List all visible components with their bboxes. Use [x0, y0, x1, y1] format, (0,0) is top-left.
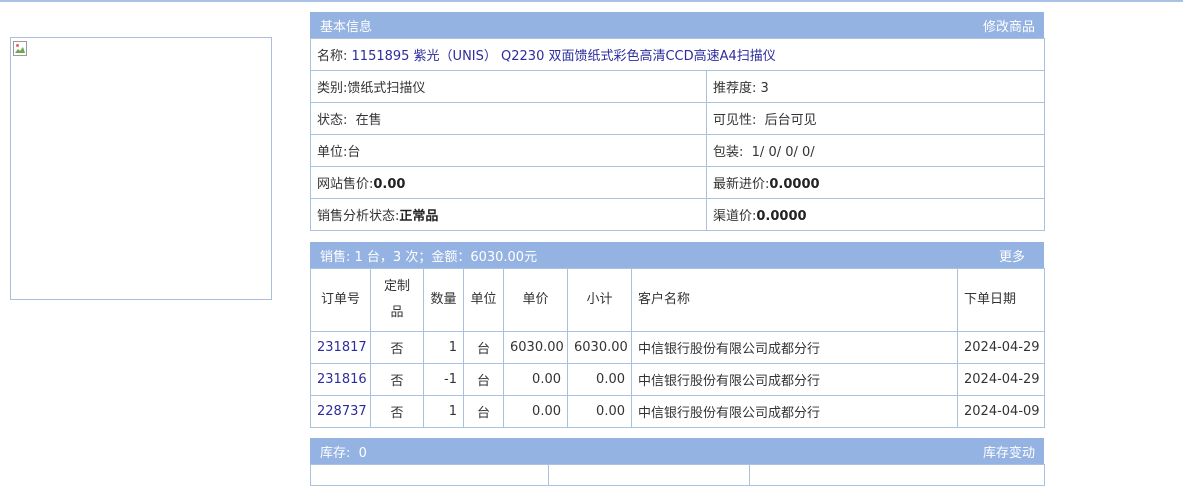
sales-more-link[interactable]: 更多	[999, 246, 1025, 265]
order-link[interactable]: 231817	[317, 340, 367, 355]
category-label: 类别:	[317, 81, 348, 96]
latest-cost-label: 最新进价:	[713, 177, 770, 192]
recommend-value: 3	[760, 81, 769, 96]
basic-info-title: 基本信息	[320, 19, 373, 35]
sales-header-row: 订单号 定制品 数量 单位 单价 小计 客户名称 下单日期	[310, 268, 1045, 332]
top-border-line	[0, 0, 1183, 2]
sales-summary: 销售: 1 台，3 次；金额：6030.00元	[320, 249, 538, 265]
unit-label: 单位:	[317, 145, 348, 160]
category-value: 馈纸式扫描仪	[347, 81, 426, 96]
basic-info-header: 基本信息 修改商品	[310, 12, 1044, 38]
stock-panel: 库存: 0 库存变动	[310, 438, 1045, 486]
col-unit: 单位	[463, 268, 504, 332]
price-cell: 0.00	[503, 363, 568, 396]
product-image-frame	[10, 37, 272, 300]
stock-table	[310, 464, 1045, 486]
unit-cell: 台	[463, 331, 504, 364]
unit-cell: 台	[463, 363, 504, 396]
product-name-link[interactable]: 1151895 紫光（UNIS） Q2230 双面馈纸式彩色高清CCD高速A4扫…	[352, 49, 776, 64]
qty-cell: -1	[423, 363, 464, 396]
status-value: 在售	[355, 113, 382, 128]
col-subtotal: 小计	[567, 268, 632, 332]
package-cell: 包装: 1/ 0/ 0/ 0/	[705, 134, 1046, 167]
table-row: 228737 否 1 台 0.00 0.00 中信银行股份有限公司成都分行 20…	[310, 395, 1045, 428]
col-price: 单价	[503, 268, 568, 332]
channel-price-cell: 渠道价:0.0000	[705, 198, 1046, 231]
sales-status-label: 销售分析状态:	[317, 209, 400, 224]
edit-product-link[interactable]: 修改商品	[983, 16, 1035, 35]
table-row: 231817 否 1 台 6030.00 6030.00 中信银行股份有限公司成…	[310, 331, 1045, 364]
qty-cell: 1	[423, 331, 464, 364]
price-cell: 0.00	[503, 395, 568, 428]
stock-summary: 库存: 0	[320, 445, 367, 461]
order-link[interactable]: 231816	[317, 372, 367, 387]
status-label: 状态:	[317, 113, 348, 128]
table-row: 231816 否 -1 台 0.00 0.00 中信银行股份有限公司成都分行 2…	[310, 363, 1045, 396]
stock-header: 库存: 0 库存变动	[310, 438, 1044, 464]
status-row: 状态: 在售 可见性: 后台可见	[310, 102, 1046, 135]
package-value: 1/ 0/ 0/ 0/	[751, 145, 815, 160]
customer-cell: 中信银行股份有限公司成都分行	[631, 331, 958, 364]
sales-status-cell: 销售分析状态:正常品	[310, 198, 707, 231]
col-date: 下单日期	[957, 268, 1045, 332]
sales-table: 订单号 定制品 数量 单位 单价 小计 客户名称 下单日期 231817 否 1…	[310, 268, 1045, 428]
date-cell: 2024-04-09	[957, 395, 1045, 428]
date-cell: 2024-04-29	[957, 331, 1045, 364]
unit-cell: 单位:台	[310, 134, 707, 167]
sales-status-value: 正常品	[399, 209, 439, 224]
name-cell: 名称: 1151895 紫光（UNIS） Q2230 双面馈纸式彩色高清CCD高…	[309, 38, 1046, 71]
price-row: 网站售价:0.00 最新进价:0.0000	[310, 166, 1046, 199]
name-label: 名称:	[317, 49, 348, 64]
sales-panel: 销售: 1 台，3 次；金额：6030.00元 更多 订单号 定制品 数量 单位…	[310, 242, 1045, 428]
unit-value: 台	[347, 145, 361, 160]
date-cell: 2024-04-29	[957, 363, 1045, 396]
recommend-label: 推荐度:	[713, 81, 757, 96]
recommend-cell: 推荐度: 3	[705, 70, 1046, 103]
broken-image-icon	[13, 41, 27, 56]
visibility-value: 后台可见	[764, 113, 817, 128]
sales-status-row: 销售分析状态:正常品 渠道价:0.0000	[310, 198, 1046, 231]
package-label: 包装:	[713, 145, 744, 160]
name-row: 名称: 1151895 紫光（UNIS） Q2230 双面馈纸式彩色高清CCD高…	[309, 38, 1046, 71]
visibility-label: 可见性:	[713, 113, 757, 128]
web-price-value: 0.00	[373, 177, 406, 192]
subtotal-cell: 6030.00	[567, 331, 632, 364]
custom-cell: 否	[370, 395, 424, 428]
unit-cell: 台	[463, 395, 504, 428]
customer-cell: 中信银行股份有限公司成都分行	[631, 395, 958, 428]
stock-change-link[interactable]: 库存变动	[983, 442, 1035, 461]
subtotal-cell: 0.00	[567, 363, 632, 396]
customer-cell: 中信银行股份有限公司成都分行	[631, 363, 958, 396]
web-price-label: 网站售价:	[317, 177, 374, 192]
latest-cost-value: 0.0000	[769, 177, 820, 192]
visibility-cell: 可见性: 后台可见	[705, 102, 1046, 135]
latest-cost-cell: 最新进价:0.0000	[705, 166, 1046, 199]
order-link[interactable]: 228737	[317, 404, 367, 419]
status-cell: 状态: 在售	[310, 102, 707, 135]
col-custom: 定制品	[370, 268, 424, 332]
custom-cell: 否	[370, 331, 424, 364]
col-order: 订单号	[310, 268, 371, 332]
web-price-cell: 网站售价:0.00	[310, 166, 707, 199]
price-cell: 6030.00	[503, 331, 568, 364]
category-row: 类别:馈纸式扫描仪 推荐度: 3	[310, 70, 1046, 103]
channel-price-label: 渠道价:	[713, 209, 757, 224]
custom-cell: 否	[370, 363, 424, 396]
col-customer: 客户名称	[631, 268, 958, 332]
subtotal-cell: 0.00	[567, 395, 632, 428]
category-cell: 类别:馈纸式扫描仪	[310, 70, 707, 103]
basic-info-panel: 基本信息 修改商品 名称: 1151895 紫光（UNIS） Q2230 双面馈…	[309, 12, 1046, 231]
channel-price-value: 0.0000	[756, 209, 807, 224]
basic-info-table: 名称: 1151895 紫光（UNIS） Q2230 双面馈纸式彩色高清CCD高…	[309, 38, 1046, 231]
col-qty: 数量	[423, 268, 464, 332]
unit-row: 单位:台 包装: 1/ 0/ 0/ 0/	[310, 134, 1046, 167]
sales-header: 销售: 1 台，3 次；金额：6030.00元 更多	[310, 242, 1044, 268]
qty-cell: 1	[423, 395, 464, 428]
stock-row	[310, 464, 1045, 486]
